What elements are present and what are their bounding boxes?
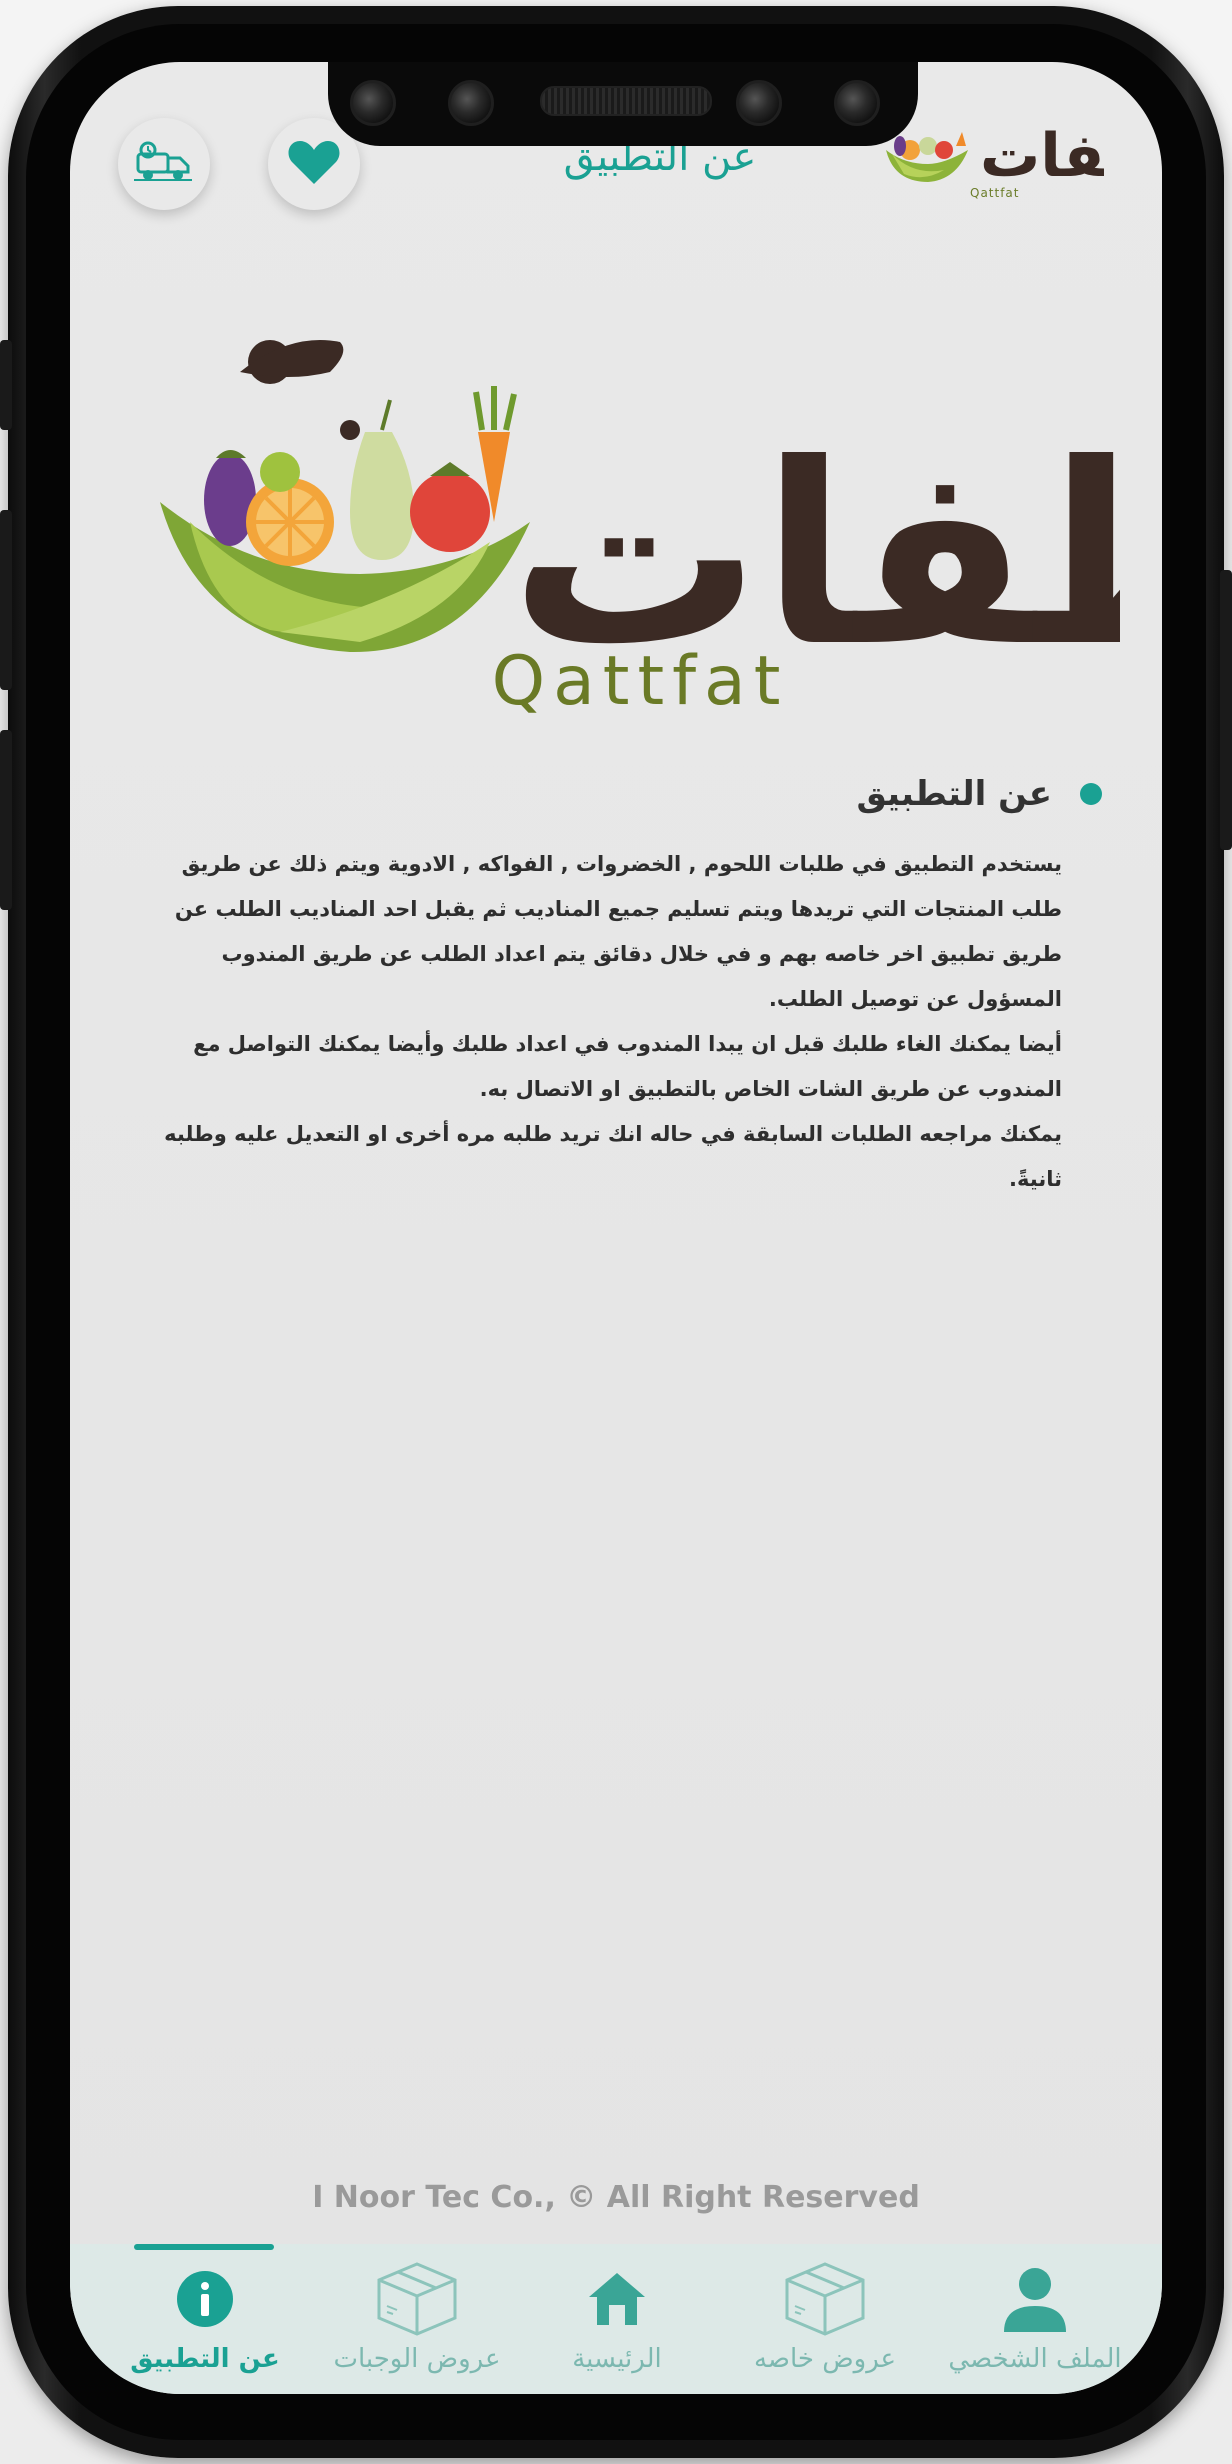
box-icon xyxy=(780,2258,870,2340)
device-stage: عن التطبيق قطفات Qattfat xyxy=(0,0,1232,2464)
header-logo: قطفات xyxy=(884,110,1162,220)
nav-label: عروض الوجبات xyxy=(333,2344,501,2374)
nav-item-about[interactable]: عن التطبيق xyxy=(100,2258,310,2388)
front-camera xyxy=(736,80,782,126)
sensor-dot xyxy=(448,80,494,126)
bottom-navigation: عن التطبيق عروض الوجبات الرئيسية عروض خا… xyxy=(70,2244,1162,2394)
volume-down-button xyxy=(0,730,12,910)
app-screen: عن التطبيق قطفات Qattfat xyxy=(70,62,1162,2394)
earpiece-speaker xyxy=(540,86,712,116)
delivery-button[interactable] xyxy=(118,118,210,210)
about-section-heading: عن التطبيق xyxy=(857,774,1102,814)
nav-item-profile[interactable]: الملف الشخصي xyxy=(930,2258,1140,2388)
mute-switch xyxy=(0,340,12,430)
delivery-truck-icon xyxy=(134,140,194,188)
header-logo-subtext: Qattfat xyxy=(970,186,1020,200)
about-heading-text: عن التطبيق xyxy=(856,774,1052,814)
copyright-text: I Noor Tec Co., © All Right Reserved xyxy=(312,2180,920,2215)
power-button xyxy=(1220,570,1232,850)
about-paragraph: يمكنك مراجعه الطلبات السابقة في حاله انك… xyxy=(164,1122,1062,1191)
about-paragraph: أيضا يمكنك الغاء طلبك قبل ان يبدا المندو… xyxy=(193,1032,1062,1101)
sensor-dot xyxy=(350,80,396,126)
header-logo-text: قطفات xyxy=(980,121,1104,190)
brand-logo-latin: Qattfat xyxy=(491,642,789,721)
nav-label: عن التطبيق xyxy=(130,2344,280,2374)
header-logo-graphic: قطفات xyxy=(886,121,1162,191)
nav-label: الرئيسية xyxy=(572,2344,662,2374)
nav-item-home[interactable]: الرئيسية xyxy=(512,2258,722,2388)
info-icon xyxy=(160,2258,250,2340)
nav-item-special-offers[interactable]: عروض خاصه xyxy=(720,2258,930,2388)
heart-icon xyxy=(287,138,341,190)
nav-label: عروض خاصه xyxy=(753,2344,897,2374)
sensor-dot xyxy=(834,80,880,126)
nav-item-meal-offers[interactable]: عروض الوجبات xyxy=(312,2258,522,2388)
nav-label: الملف الشخصي xyxy=(948,2344,1122,2374)
active-tab-indicator xyxy=(134,2244,274,2250)
bullet-icon xyxy=(1080,783,1102,805)
home-icon xyxy=(572,2258,662,2340)
person-icon xyxy=(990,2258,1080,2340)
about-body: يستخدم التطبيق في طلبات اللحوم , الخضروا… xyxy=(162,842,1062,1202)
camera-notch xyxy=(328,62,918,146)
about-paragraph: يستخدم التطبيق في طلبات اللحوم , الخضروا… xyxy=(174,852,1062,1011)
box-icon xyxy=(372,2258,462,2340)
volume-up-button xyxy=(0,510,12,690)
